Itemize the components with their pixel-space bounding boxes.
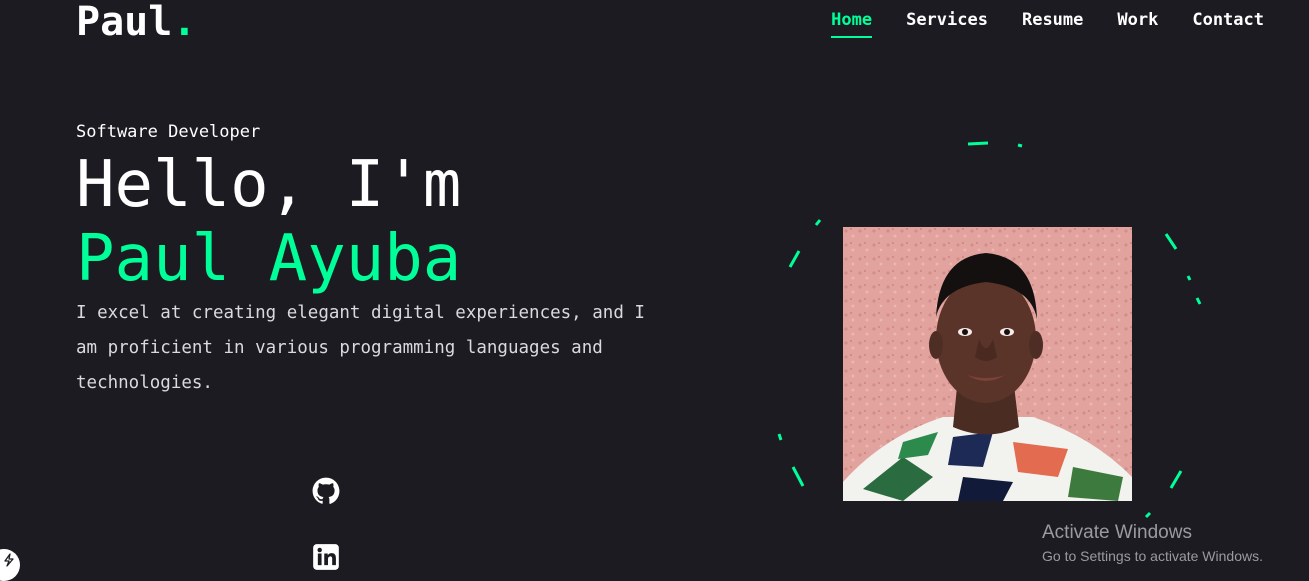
lightning-icon[interactable] [0,549,20,581]
logo-dot: . [172,0,197,45]
hero-description: I excel at creating elegant digital expe… [76,303,645,393]
hero-name: Paul Ayuba [76,222,462,296]
hero-greeting: Hello, I'm [76,148,462,222]
hero-role: Software Developer [76,122,261,142]
nav-resume[interactable]: Resume [1022,10,1083,38]
nav-services[interactable]: Services [906,10,988,38]
profile-photo [843,227,1132,501]
windows-activation-subtitle: Go to Settings to activate Windows. [1042,548,1263,564]
nav-work[interactable]: Work [1117,10,1158,38]
logo-text: Paul [76,0,173,45]
main-nav: Home Services Resume Work Contact [831,10,1264,38]
github-icon[interactable] [312,477,340,505]
linkedin-icon[interactable] [312,543,340,571]
site-logo[interactable]: Paul. [76,0,196,50]
nav-contact[interactable]: Contact [1192,10,1264,38]
nav-home[interactable]: Home [831,10,873,38]
windows-activation-title: Activate Windows [1042,522,1192,543]
